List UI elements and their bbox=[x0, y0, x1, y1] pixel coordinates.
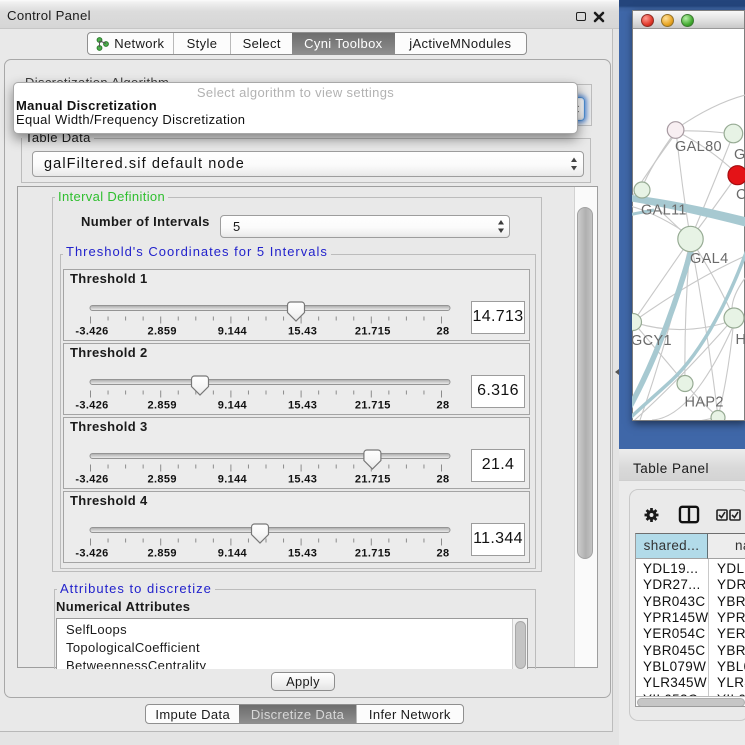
svg-text:-3.426: -3.426 bbox=[75, 400, 108, 412]
svg-text:GAL2: GAL2 bbox=[734, 147, 745, 163]
svg-text:GCY1: GCY1 bbox=[632, 333, 672, 349]
svg-text:15.43: 15.43 bbox=[288, 400, 317, 412]
svg-text:2.859: 2.859 bbox=[148, 326, 177, 338]
svg-text:CDC2: CDC2 bbox=[736, 187, 745, 203]
svg-text:9.144: 9.144 bbox=[218, 400, 248, 412]
svg-text:GAL80: GAL80 bbox=[675, 139, 722, 155]
svg-text:21.715: 21.715 bbox=[355, 548, 391, 560]
svg-text:9.144: 9.144 bbox=[218, 548, 248, 560]
svg-text:2.859: 2.859 bbox=[148, 400, 177, 412]
svg-text:9.144: 9.144 bbox=[218, 474, 248, 486]
svg-text:-3.426: -3.426 bbox=[75, 474, 108, 486]
svg-text:HAP2: HAP2 bbox=[685, 395, 724, 411]
svg-text:15.43: 15.43 bbox=[288, 474, 317, 486]
svg-text:15.43: 15.43 bbox=[288, 548, 317, 560]
svg-text:28: 28 bbox=[437, 326, 450, 338]
svg-text:-3.426: -3.426 bbox=[75, 548, 108, 560]
svg-text:2.859: 2.859 bbox=[148, 548, 177, 560]
svg-text:GAL11: GAL11 bbox=[641, 203, 687, 219]
svg-text:28: 28 bbox=[437, 400, 450, 412]
svg-text:28: 28 bbox=[437, 548, 450, 560]
svg-text:28: 28 bbox=[437, 474, 450, 486]
svg-text:21.715: 21.715 bbox=[355, 400, 391, 412]
svg-text:21.715: 21.715 bbox=[355, 326, 391, 338]
svg-text:15.43: 15.43 bbox=[288, 326, 317, 338]
svg-text:21.715: 21.715 bbox=[355, 474, 391, 486]
svg-text:GAL4: GAL4 bbox=[690, 251, 728, 267]
svg-text:HIS7: HIS7 bbox=[736, 332, 745, 348]
svg-text:-3.426: -3.426 bbox=[75, 326, 108, 338]
svg-text:2.859: 2.859 bbox=[148, 474, 177, 486]
svg-text:9.144: 9.144 bbox=[218, 326, 248, 338]
